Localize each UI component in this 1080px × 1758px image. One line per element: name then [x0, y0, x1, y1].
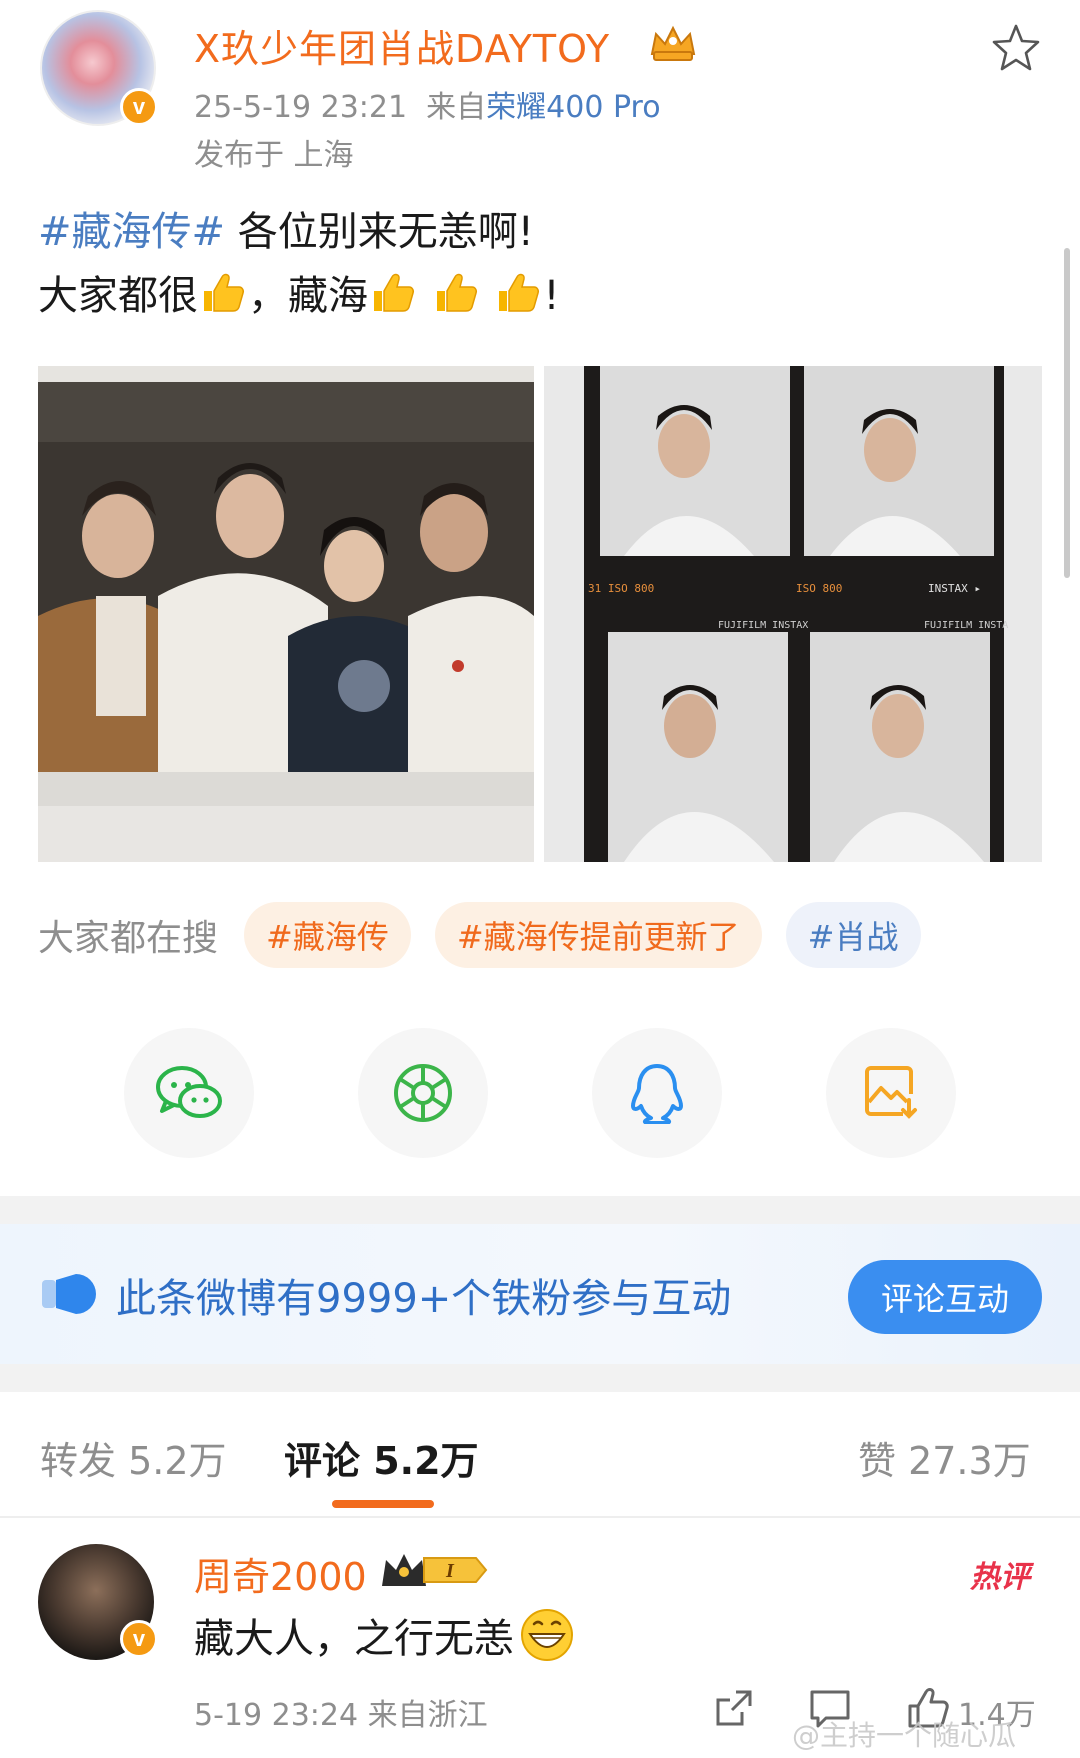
- hot-search-chip-1[interactable]: #藏海传: [244, 902, 411, 968]
- comment-meta: 5-19 23:24 来自浙江: [194, 1698, 488, 1733]
- post-line-2-end: !: [543, 273, 560, 319]
- section-divider: [0, 1364, 1080, 1392]
- post-line-2: 大家都很 ，藏海 !: [38, 264, 1038, 328]
- post-image-group-photo[interactable]: [38, 366, 534, 862]
- wechat-icon: [156, 1066, 222, 1118]
- moments-icon: [394, 1064, 452, 1122]
- section-divider: [0, 1196, 1080, 1224]
- post-location: 发布于 上海: [194, 138, 354, 173]
- hot-search-chip-2[interactable]: #藏海传提前更新了: [434, 902, 762, 968]
- thumbs-up-emoji-icon: [204, 273, 244, 312]
- member-level-badge: I: [382, 1554, 488, 1586]
- film-label-1: 31 ISO 800: [588, 582, 654, 595]
- tab-bar-border: [0, 1516, 1080, 1518]
- share-qq-button[interactable]: [592, 1028, 722, 1158]
- tab-repost[interactable]: 转发 5.2万: [40, 1430, 227, 1485]
- post-image-instax-strip[interactable]: 31 ISO 800 ISO 800 INSTAX ▸ FUJIFILM INS…: [544, 366, 1042, 862]
- hot-search-chip-3[interactable]: #肖战: [785, 902, 921, 968]
- hot-search-label: 大家都在搜: [38, 918, 219, 959]
- save-image-icon: [865, 1066, 917, 1119]
- post-meta: 25-5-19 23:21 来自荣耀400 Pro: [194, 82, 661, 126]
- post-body: #藏海传# 各位别来无恙啊! 大家都很 ，藏海 !: [38, 200, 1038, 328]
- group-photo-illustration: [38, 366, 534, 862]
- tab-comments[interactable]: 评论 5.2万: [284, 1430, 479, 1485]
- save-image-button[interactable]: [826, 1028, 956, 1158]
- source-prefix: 来自: [426, 90, 487, 125]
- hot-comment-tag: 热评: [970, 1560, 1030, 1595]
- film-label-4: FUJIFILM INSTAX: [718, 620, 808, 631]
- author-name[interactable]: X玖少年团肖战DAYTOY: [194, 18, 610, 73]
- comment-text: 藏大人，之行无恙: [194, 1616, 514, 1662]
- comment-interact-button[interactable]: 评论互动: [848, 1260, 1042, 1334]
- comment-text-line: 藏大人，之行无恙: [194, 1606, 574, 1664]
- favorite-star-icon[interactable]: [990, 22, 1042, 74]
- commenter-name[interactable]: 周奇2000: [194, 1546, 367, 1601]
- film-label-3: INSTAX ▸: [928, 582, 981, 595]
- member-level-text: I: [445, 1560, 455, 1582]
- thumbs-up-emoji-icon: [436, 273, 477, 312]
- post-line-2-a: 大家都很: [38, 273, 198, 319]
- scrollbar[interactable]: [1064, 248, 1070, 578]
- thumbs-up-emoji-icon: [499, 273, 540, 312]
- device-link[interactable]: 荣耀400 Pro: [486, 90, 660, 125]
- grin-emoji-icon: [521, 1609, 573, 1661]
- instax-photos-illustration: 31 ISO 800 ISO 800 INSTAX ▸ FUJIFILM INS…: [544, 366, 1042, 862]
- crown-member-icon: [650, 25, 696, 61]
- verified-badge-icon: v: [120, 1620, 158, 1658]
- film-label-2: ISO 800: [796, 582, 842, 595]
- active-tab-indicator: [332, 1500, 434, 1508]
- share-wechat-button[interactable]: [124, 1028, 254, 1158]
- fan-megaphone-icon: [42, 1274, 96, 1314]
- verified-badge-icon: v: [120, 88, 158, 126]
- fan-interaction-text: 此条微博有9999+个铁粉参与互动: [116, 1276, 732, 1322]
- qq-icon: [631, 1064, 683, 1124]
- post-header: v X玖少年团肖战DAYTOY 25-5-19 23:21 来自荣耀400 Pr…: [0, 0, 1080, 180]
- post-line-1-text: 各位别来无恙啊!: [225, 209, 534, 255]
- share-comment-icon[interactable]: [712, 1686, 756, 1730]
- weibo-watermark: @主持一个随心瓜: [792, 1719, 1017, 1752]
- film-label-5: FUJIFILM INSTA: [924, 620, 1008, 631]
- post-timestamp: 25-5-19 23:21: [194, 90, 408, 125]
- post-hashtag-link[interactable]: #藏海传#: [38, 209, 225, 255]
- share-moments-button[interactable]: [358, 1028, 488, 1158]
- fan-interaction-banner: 此条微博有9999+个铁粉参与互动 评论互动: [0, 1224, 1080, 1364]
- hot-search-row: 大家都在搜 #藏海传 #藏海传提前更新了 #肖战: [38, 900, 945, 970]
- tab-likes[interactable]: 赞 27.3万: [858, 1430, 1031, 1485]
- post-line-1: #藏海传# 各位别来无恙啊!: [38, 200, 1038, 264]
- post-line-2-b: ，藏海: [248, 273, 368, 319]
- thumbs-up-emoji-icon: [374, 273, 414, 312]
- author-avatar[interactable]: v: [40, 10, 158, 126]
- commenter-avatar[interactable]: v: [38, 1544, 158, 1660]
